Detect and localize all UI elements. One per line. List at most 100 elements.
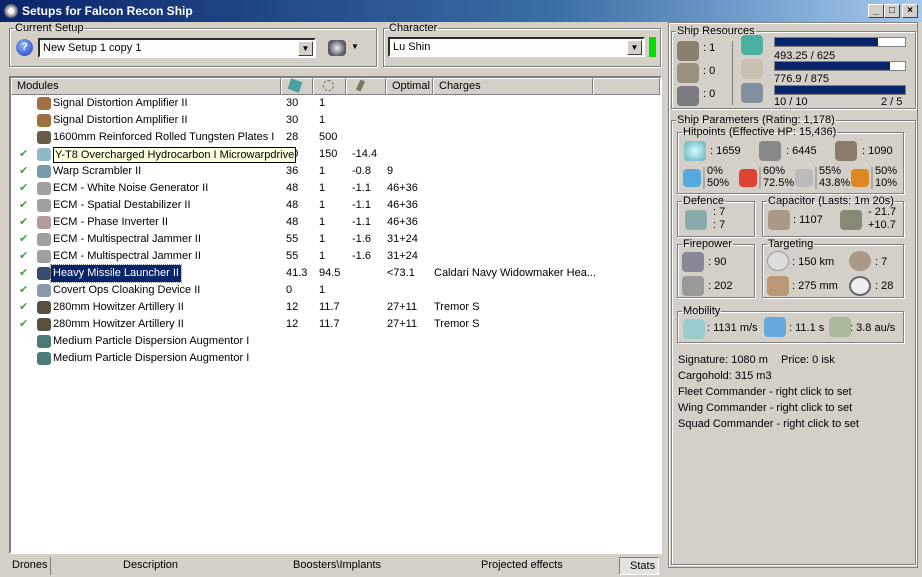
structure-icon [835, 141, 857, 161]
module-icon [37, 318, 51, 331]
firepower-label: Firepower [683, 238, 732, 250]
explosive-icon [851, 169, 869, 187]
check-icon: ✔ [19, 216, 29, 228]
cap-recharge-icon [840, 210, 862, 230]
resist-value: 72.5% [763, 177, 795, 189]
module-row[interactable]: ✔ ECM - Spatial Destabilizer II 48 1 -1.1 46+… [11, 197, 660, 214]
module-name: Signal Distortion Amplifier II [53, 97, 188, 109]
module-icon [37, 216, 51, 229]
module-cpu: 30 [286, 114, 299, 126]
setup-value: New Setup 1 copy 1 [43, 42, 142, 54]
module-optimal: 27+11 [387, 318, 418, 330]
resist-divider [815, 167, 817, 189]
module-row[interactable]: Medium Particle Dispersion Augmentor I [11, 333, 660, 350]
signature-text: Signature: 1080 m [678, 354, 768, 366]
module-row[interactable]: ✔ Covert Ops Cloaking Device II 0 1 [11, 282, 660, 299]
defence-value-a: : 7 [713, 206, 726, 218]
module-row[interactable]: ✔ 280mm Howitzer Artillery II 12 11.7 27+11 T… [11, 299, 660, 316]
modules-list[interactable]: Modules Optimal Charges Signal Distortio… [9, 76, 662, 554]
tab-description[interactable]: Description [123, 557, 178, 575]
module-cap: -1.1 [352, 216, 371, 228]
drones-value: 2 / 5 [881, 96, 903, 108]
launcher-hardpoint-icon [677, 63, 699, 83]
module-row[interactable]: ✔ ECM - Multispectral Jammer II 55 1 -1.6 31+… [11, 248, 660, 265]
module-optimal: 46+36 [387, 199, 418, 211]
column-header-charges[interactable]: Charges [433, 78, 593, 95]
column-header-modules[interactable]: Modules [11, 78, 281, 95]
cpu-icon [287, 78, 303, 93]
module-pg: 1 [319, 97, 326, 109]
rigs-value: : 0 [703, 88, 716, 100]
close-button[interactable]: × [902, 4, 918, 18]
armor-hp: : 6445 [786, 145, 817, 157]
price-text: Price: 0 isk [781, 354, 835, 366]
module-icon [37, 148, 51, 161]
cargo-text: Cargohold: 315 m3 [678, 370, 772, 382]
column-header-capacitor[interactable] [346, 78, 386, 95]
module-icon [37, 352, 51, 365]
cpu-icon [741, 35, 763, 55]
module-row[interactable]: 1600mm Reinforced Rolled Tungsten Plates… [11, 129, 660, 146]
tab-projected-effects[interactable]: Projected effects [481, 557, 563, 575]
module-row[interactable]: Medium Particle Dispersion Augmentor I [11, 350, 660, 367]
module-row[interactable]: Signal Distortion Amplifier II 30 1 [11, 95, 660, 112]
turrets-value: : 1 [703, 42, 716, 54]
column-header-powergrid[interactable] [313, 78, 346, 95]
character-select[interactable]: Lu Shin ▼ [388, 37, 645, 57]
module-icon [37, 267, 51, 280]
tab-drones[interactable]: Drones [9, 557, 51, 575]
module-cap: -0.8 [352, 165, 371, 177]
capacitor-capacity: : 1107 [793, 214, 823, 226]
title-bar: Setups for Falcon Recon Ship [0, 0, 922, 22]
setup-select[interactable]: New Setup 1 copy 1 ▼ [38, 38, 316, 58]
module-row[interactable]: ✔ Warp Scrambler II 36 1 -0.8 9 [11, 163, 660, 180]
maximize-button[interactable]: □ [884, 4, 900, 18]
tab-boosters-implants[interactable]: Boosters\Implants [293, 557, 381, 575]
powergrid-icon [323, 80, 334, 91]
character-status-indicator [649, 37, 656, 57]
column-header-optimal[interactable]: Optimal [386, 78, 433, 95]
module-pg: 1 [319, 216, 326, 228]
module-icon [37, 335, 51, 348]
ship-tools-icon[interactable] [328, 40, 346, 56]
check-icon: ✔ [19, 165, 29, 177]
module-row[interactable]: ✔ ECM - Phase Inverter II 48 1 -1.1 46+36 [11, 214, 660, 231]
module-row[interactable]: ✔ ECM - White Noise Generator II 48 1 -1.1 46… [11, 180, 660, 197]
help-icon[interactable]: ? [16, 39, 33, 56]
module-row[interactable]: ✔ Y-T8 Overcharged Hydrocarbon I Microwar… [11, 146, 660, 163]
module-row[interactable]: ✔ ECM - Multispectral Jammer II 55 1 -1.6 31+… [11, 231, 660, 248]
module-icon [37, 97, 51, 110]
mobility-label: Mobility [683, 305, 721, 317]
powergrid-value: 776.9 / 875 [774, 73, 830, 85]
module-row[interactable]: ✔ 280mm Howitzer Artillery II 12 11.7 27+11 T… [11, 316, 660, 333]
chevron-down-icon[interactable]: ▼ [627, 40, 642, 55]
minimize-button[interactable]: _ [868, 4, 884, 18]
fleet-commander-slot[interactable]: Fleet Commander - right click to set [678, 386, 852, 398]
resist-divider [703, 167, 705, 189]
ship-parameters-label: Ship Parameters (Rating: 1,178) [677, 114, 835, 126]
dropdown-arrow-icon[interactable]: ▼ [351, 42, 359, 51]
check-icon: ✔ [19, 318, 29, 330]
module-row[interactable]: Signal Distortion Amplifier II 30 1 [11, 112, 660, 129]
wing-commander-slot[interactable]: Wing Commander - right click to set [678, 402, 852, 414]
module-row[interactable]: ✔ Heavy Missile Launcher II 41.3 94.5 <73.1 C… [11, 264, 660, 283]
column-header-cpu[interactable] [281, 78, 313, 95]
sensor-strength-icon [849, 276, 871, 296]
warp-speed-value: : 3.8 au/s [850, 322, 896, 334]
app-icon [4, 4, 18, 18]
align-time-icon [764, 317, 786, 337]
module-cpu: 55 [286, 250, 299, 262]
module-cpu: 12 [286, 318, 299, 330]
module-icon [37, 233, 51, 246]
chevron-down-icon[interactable]: ▼ [298, 41, 313, 56]
tab-stats[interactable]: Stats [619, 557, 659, 575]
warp-speed-icon [829, 317, 851, 337]
module-name: ECM - Spatial Destabilizer II [53, 199, 191, 211]
squad-commander-slot[interactable]: Squad Commander - right click to set [678, 418, 859, 430]
module-pg: 1 [319, 114, 326, 126]
module-pg: 1 [319, 165, 326, 177]
calibration-icon [741, 83, 763, 103]
max-targets-icon [849, 251, 871, 271]
kinetic-icon [795, 169, 813, 187]
module-optimal: 31+24 [387, 250, 418, 262]
